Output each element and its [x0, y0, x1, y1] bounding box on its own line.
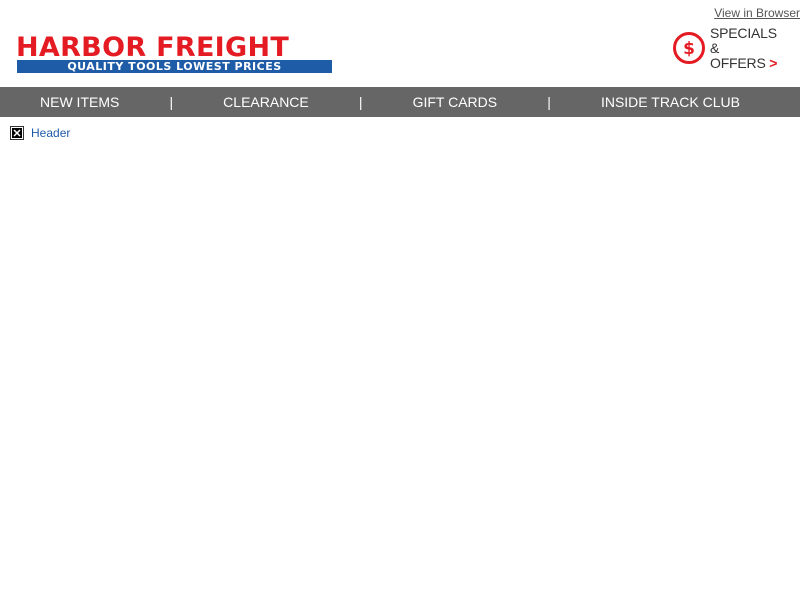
nav-separator: | — [358, 94, 363, 110]
dollar-circle-icon: $ — [672, 31, 706, 65]
svg-text:$: $ — [683, 39, 695, 59]
nav-clearance[interactable]: CLEARANCE — [223, 94, 309, 110]
specials-offers-link[interactable]: $ SPECIALS & OFFERS > — [672, 25, 778, 70]
specials-line2: & OFFERS — [710, 39, 766, 71]
nav-inside-track-club[interactable]: INSIDE TRACK CLUB — [601, 94, 740, 110]
specials-line1: SPECIALS — [710, 24, 777, 41]
nav-separator: | — [169, 94, 174, 110]
harbor-freight-logo[interactable]: HARBOR FREIGHT QUALITY TOOLS LOWEST PRIC… — [16, 32, 333, 74]
broken-image-icon — [10, 126, 24, 140]
nav-new-items[interactable]: NEW ITEMS — [40, 94, 119, 110]
logo-wordmark: HARBOR FREIGHT — [16, 32, 290, 63]
logo-tagline: QUALITY TOOLS LOWEST PRICES — [17, 60, 332, 73]
view-in-browser-link[interactable]: View in Browser — [714, 6, 800, 20]
header-image-alt-text: Header — [31, 126, 71, 140]
nav-gift-cards[interactable]: GIFT CARDS — [413, 94, 498, 110]
header-image-placeholder[interactable]: Header — [10, 126, 70, 140]
specials-text: SPECIALS & OFFERS > — [710, 24, 778, 71]
chevron-right-icon: > — [769, 54, 778, 71]
main-navigation: NEW ITEMS | CLEARANCE | GIFT CARDS | INS… — [0, 87, 800, 117]
nav-separator: | — [547, 94, 551, 110]
top-link-row: View in Browser — [600, 6, 800, 20]
